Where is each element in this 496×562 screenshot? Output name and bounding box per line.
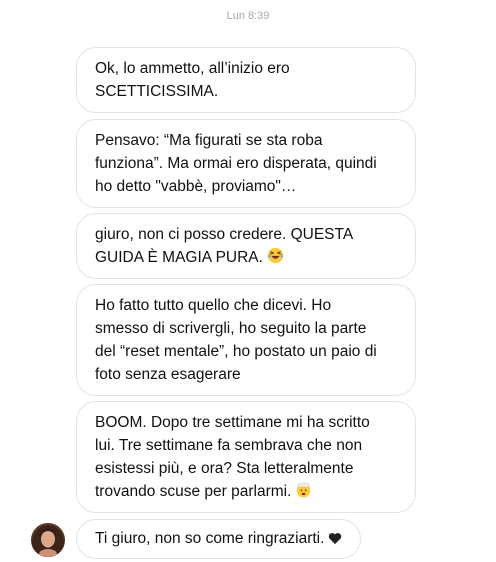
laughing-emoji-icon xyxy=(267,247,284,271)
message-text: Pensavo: “Ma figurati se sta roba funzio… xyxy=(95,132,377,195)
message-bubble[interactable]: giuro, non ci posso credere. QUESTA GUID… xyxy=(76,213,416,279)
exploding-head-emoji-icon xyxy=(295,481,312,505)
message-text: Ok, lo ammetto, all’inizio ero SCETTICIS… xyxy=(95,60,290,100)
message-timestamp: Lun 8:39 xyxy=(226,10,270,22)
message-text: Ho fatto tutto quello che dicevi. Ho sme… xyxy=(95,297,377,383)
message-bubble[interactable]: Ho fatto tutto quello che dicevi. Ho sme… xyxy=(76,284,416,396)
message-bubble[interactable]: Pensavo: “Ma figurati se sta roba funzio… xyxy=(76,119,416,208)
avatar[interactable] xyxy=(31,523,65,557)
message-text: BOOM. Dopo tre settimane mi ha scritto l… xyxy=(95,414,370,500)
black-heart-icon xyxy=(328,530,342,552)
message-text: giuro, non ci posso credere. QUESTA GUID… xyxy=(95,226,354,266)
message-bubble[interactable]: Ti giuro, non so come ringraziarti. xyxy=(76,519,362,559)
message-text: Ti giuro, non so come ringraziarti. xyxy=(95,530,325,547)
message-bubble[interactable]: Ok, lo ammetto, all’inizio ero SCETTICIS… xyxy=(76,47,416,113)
message-bubble[interactable]: BOOM. Dopo tre settimane mi ha scritto l… xyxy=(76,401,416,513)
